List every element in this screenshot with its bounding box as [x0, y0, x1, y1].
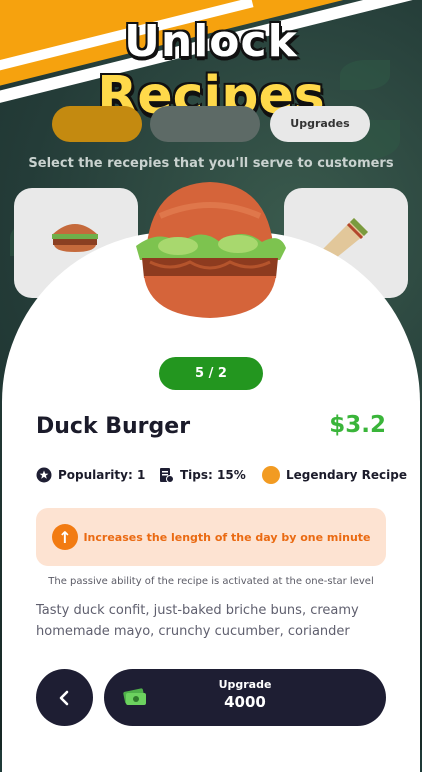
- upgrade-label: Upgrade: [218, 678, 272, 691]
- rarity-stat: Legendary Recipe: [262, 466, 407, 484]
- popularity-stat: Popularity: 1: [36, 466, 145, 484]
- recipe-name: Duck Burger: [36, 414, 191, 439]
- title-line-1: Unlock: [124, 16, 298, 67]
- tab-recipes[interactable]: [52, 106, 142, 142]
- popularity-label: Popularity: 1: [58, 468, 146, 482]
- recipe-price: $3.2: [329, 412, 386, 438]
- upgrade-button[interactable]: Upgrade 4000: [104, 669, 386, 726]
- arrow-up-icon: ↑: [52, 524, 78, 550]
- recipe-description: Tasty duck confit, just-baked briche bun…: [36, 603, 359, 639]
- subtitle: Select the recepies that you'll serve to…: [28, 156, 394, 171]
- mini-burger-icon: [52, 224, 98, 252]
- back-arrow-icon: [59, 690, 68, 705]
- tab-upgrades[interactable]: Upgrades: [270, 106, 370, 142]
- tips-receipt-icon: [160, 468, 174, 483]
- ability-text: Increases the length of the day by one m…: [83, 530, 371, 544]
- tab-second[interactable]: [150, 106, 260, 142]
- rarity-label: Legendary Recipe: [286, 468, 407, 482]
- rarity-dot-icon: [262, 466, 280, 484]
- upgrade-cost: 4000: [224, 693, 266, 711]
- level-badge: 5 / 2: [159, 357, 263, 390]
- tips-label: Tips: 15%: [180, 468, 246, 482]
- burger-image: [136, 182, 286, 318]
- ability-note: The passive ability of the recipe is act…: [48, 576, 374, 587]
- popularity-star-icon: [36, 467, 52, 483]
- ability-box: ↑ Increases the length of the day by one…: [36, 508, 386, 566]
- back-button[interactable]: [36, 669, 93, 726]
- tips-stat: Tips: 15%: [158, 466, 246, 484]
- tab-bar: Upgrades: [52, 106, 370, 142]
